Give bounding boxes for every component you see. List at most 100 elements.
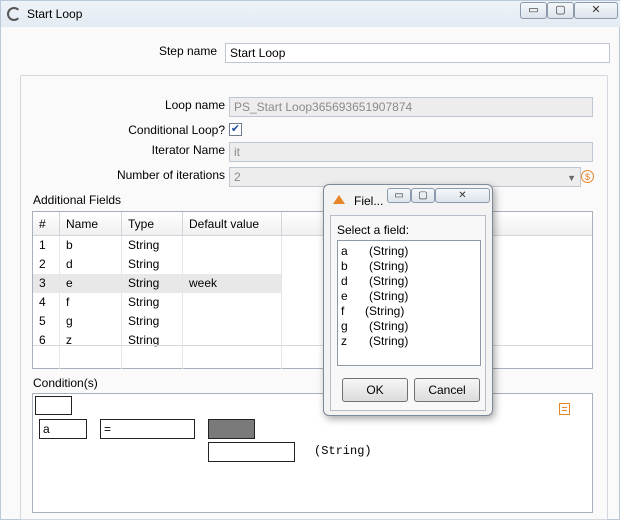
app-icon: [333, 195, 345, 204]
condition-type-hint: (String): [314, 444, 372, 458]
list-item[interactable]: z (String): [341, 334, 477, 349]
field-type: (String): [365, 304, 405, 318]
column-header-default[interactable]: Default value: [183, 212, 282, 236]
list-item[interactable]: g (String): [341, 319, 477, 334]
cell-type[interactable]: String: [122, 236, 183, 255]
select-field-prompt: Select a field:: [337, 223, 410, 237]
field-name: d: [341, 274, 348, 288]
close-button[interactable]: ✕: [574, 2, 618, 19]
field-type: (String): [369, 274, 409, 288]
title-bar: Start Loop ▭ ▢ ✕: [1, 1, 620, 27]
row-number: 4: [33, 293, 60, 312]
row-number: [33, 350, 60, 369]
step-name-label: Step name: [158, 44, 217, 58]
condition-operator-box[interactable]: =: [100, 419, 195, 439]
table-body: 1 b String 2 d String 3 e String week 4 …: [33, 236, 282, 369]
loop-name-label: Loop name: [164, 98, 225, 112]
conditional-loop-checkbox[interactable]: ✔: [229, 123, 242, 136]
table-row[interactable]: 2 d String: [33, 255, 282, 274]
cell-name[interactable]: f: [60, 293, 122, 312]
cell-type[interactable]: String: [122, 331, 183, 350]
minimize-button[interactable]: ▭: [520, 2, 547, 19]
edit-condition-icon[interactable]: [559, 403, 570, 415]
step-name-input[interactable]: Start Loop: [225, 43, 610, 63]
cell-name[interactable]: b: [60, 236, 122, 255]
table-row-empty[interactable]: [33, 350, 282, 369]
list-item[interactable]: d (String): [341, 274, 477, 289]
loop-name-input[interactable]: PS_Start Loop365693651907874: [229, 97, 593, 117]
field-name: f: [341, 304, 345, 318]
list-item[interactable]: e (String): [341, 289, 477, 304]
cell-default[interactable]: [183, 236, 282, 255]
field-type: (String): [369, 334, 409, 348]
condition-value-box[interactable]: [208, 419, 255, 439]
table-row-selected[interactable]: 3 e String week: [33, 274, 282, 293]
maximize-button[interactable]: ▢: [547, 2, 574, 19]
popup-minimize-button[interactable]: ▭: [387, 188, 411, 203]
variable-icon[interactable]: $: [581, 170, 594, 183]
table-row[interactable]: 5 g String: [33, 312, 282, 331]
field-name: a: [341, 244, 348, 258]
condition-editor[interactable]: a = (String): [32, 393, 593, 513]
cell-type[interactable]: String: [122, 274, 183, 293]
row-number: 3: [33, 274, 60, 293]
chevron-down-icon[interactable]: ▼: [567, 171, 576, 185]
row-number: 2: [33, 255, 60, 274]
cell-default[interactable]: [183, 312, 282, 331]
field-name: b: [341, 259, 348, 273]
cell-name[interactable]: [60, 350, 122, 369]
list-item[interactable]: f (String): [341, 304, 477, 319]
conditional-loop-label: Conditional Loop?: [128, 123, 225, 137]
iterations-label: Number of iterations: [116, 168, 225, 182]
table-row[interactable]: 1 b String: [33, 236, 282, 255]
list-item[interactable]: b (String): [341, 259, 477, 274]
cell-default[interactable]: [183, 255, 282, 274]
iterator-name-input[interactable]: it: [229, 142, 593, 162]
table-row[interactable]: 6 z String: [33, 331, 282, 350]
field-name: e: [341, 289, 348, 303]
row-number: 5: [33, 312, 60, 331]
ok-button[interactable]: OK: [342, 378, 408, 402]
cell-name[interactable]: d: [60, 255, 122, 274]
cell-name[interactable]: g: [60, 312, 122, 331]
cell-name[interactable]: e: [60, 274, 122, 293]
loop-icon: [7, 7, 21, 21]
column-label: #: [39, 217, 46, 231]
field-type: (String): [369, 244, 409, 258]
additional-fields-table[interactable]: # Name Type Default value 1 b String 2 d…: [32, 211, 593, 369]
field-name: g: [341, 319, 348, 333]
cancel-button[interactable]: Cancel: [414, 378, 480, 402]
popup-close-button[interactable]: ✕: [435, 188, 490, 203]
field-name: z: [341, 334, 347, 348]
column-header-number[interactable]: #: [33, 212, 60, 236]
popup-maximize-button[interactable]: ▢: [411, 188, 435, 203]
cell-default[interactable]: [183, 331, 282, 350]
popup-title: Fiel...: [354, 194, 384, 208]
cell-default[interactable]: [183, 293, 282, 312]
table-row[interactable]: 4 f String: [33, 293, 282, 312]
start-loop-dialog: Start Loop ▭ ▢ ✕ Step name Start Loop Lo…: [0, 0, 620, 520]
cell-default[interactable]: week: [183, 274, 282, 293]
cell-type[interactable]: String: [122, 312, 183, 331]
field-type: (String): [369, 289, 409, 303]
cell-type[interactable]: String: [122, 293, 183, 312]
field-type: (String): [369, 259, 409, 273]
column-header-name[interactable]: Name: [60, 212, 122, 236]
list-item[interactable]: a (String): [341, 244, 477, 259]
row-number: 1: [33, 236, 60, 255]
additional-fields-label: Additional Fields: [33, 193, 122, 207]
condition-negate-box[interactable]: [35, 396, 72, 415]
cell-type[interactable]: [122, 350, 183, 369]
window-title: Start Loop: [27, 7, 83, 21]
condition-field-box[interactable]: a: [39, 419, 87, 439]
iterator-name-label: Iterator Name: [151, 143, 225, 157]
cell-name[interactable]: z: [60, 331, 122, 350]
condition-exact-value-box[interactable]: [208, 442, 295, 462]
row-number: 6: [33, 331, 60, 350]
field-list[interactable]: a (String) b (String) d (String) e (Stri…: [337, 240, 481, 366]
column-header-type[interactable]: Type: [122, 212, 183, 236]
iterations-value: 2: [234, 170, 241, 184]
cell-default[interactable]: [183, 350, 282, 369]
field-type: (String): [369, 319, 409, 333]
cell-type[interactable]: String: [122, 255, 183, 274]
